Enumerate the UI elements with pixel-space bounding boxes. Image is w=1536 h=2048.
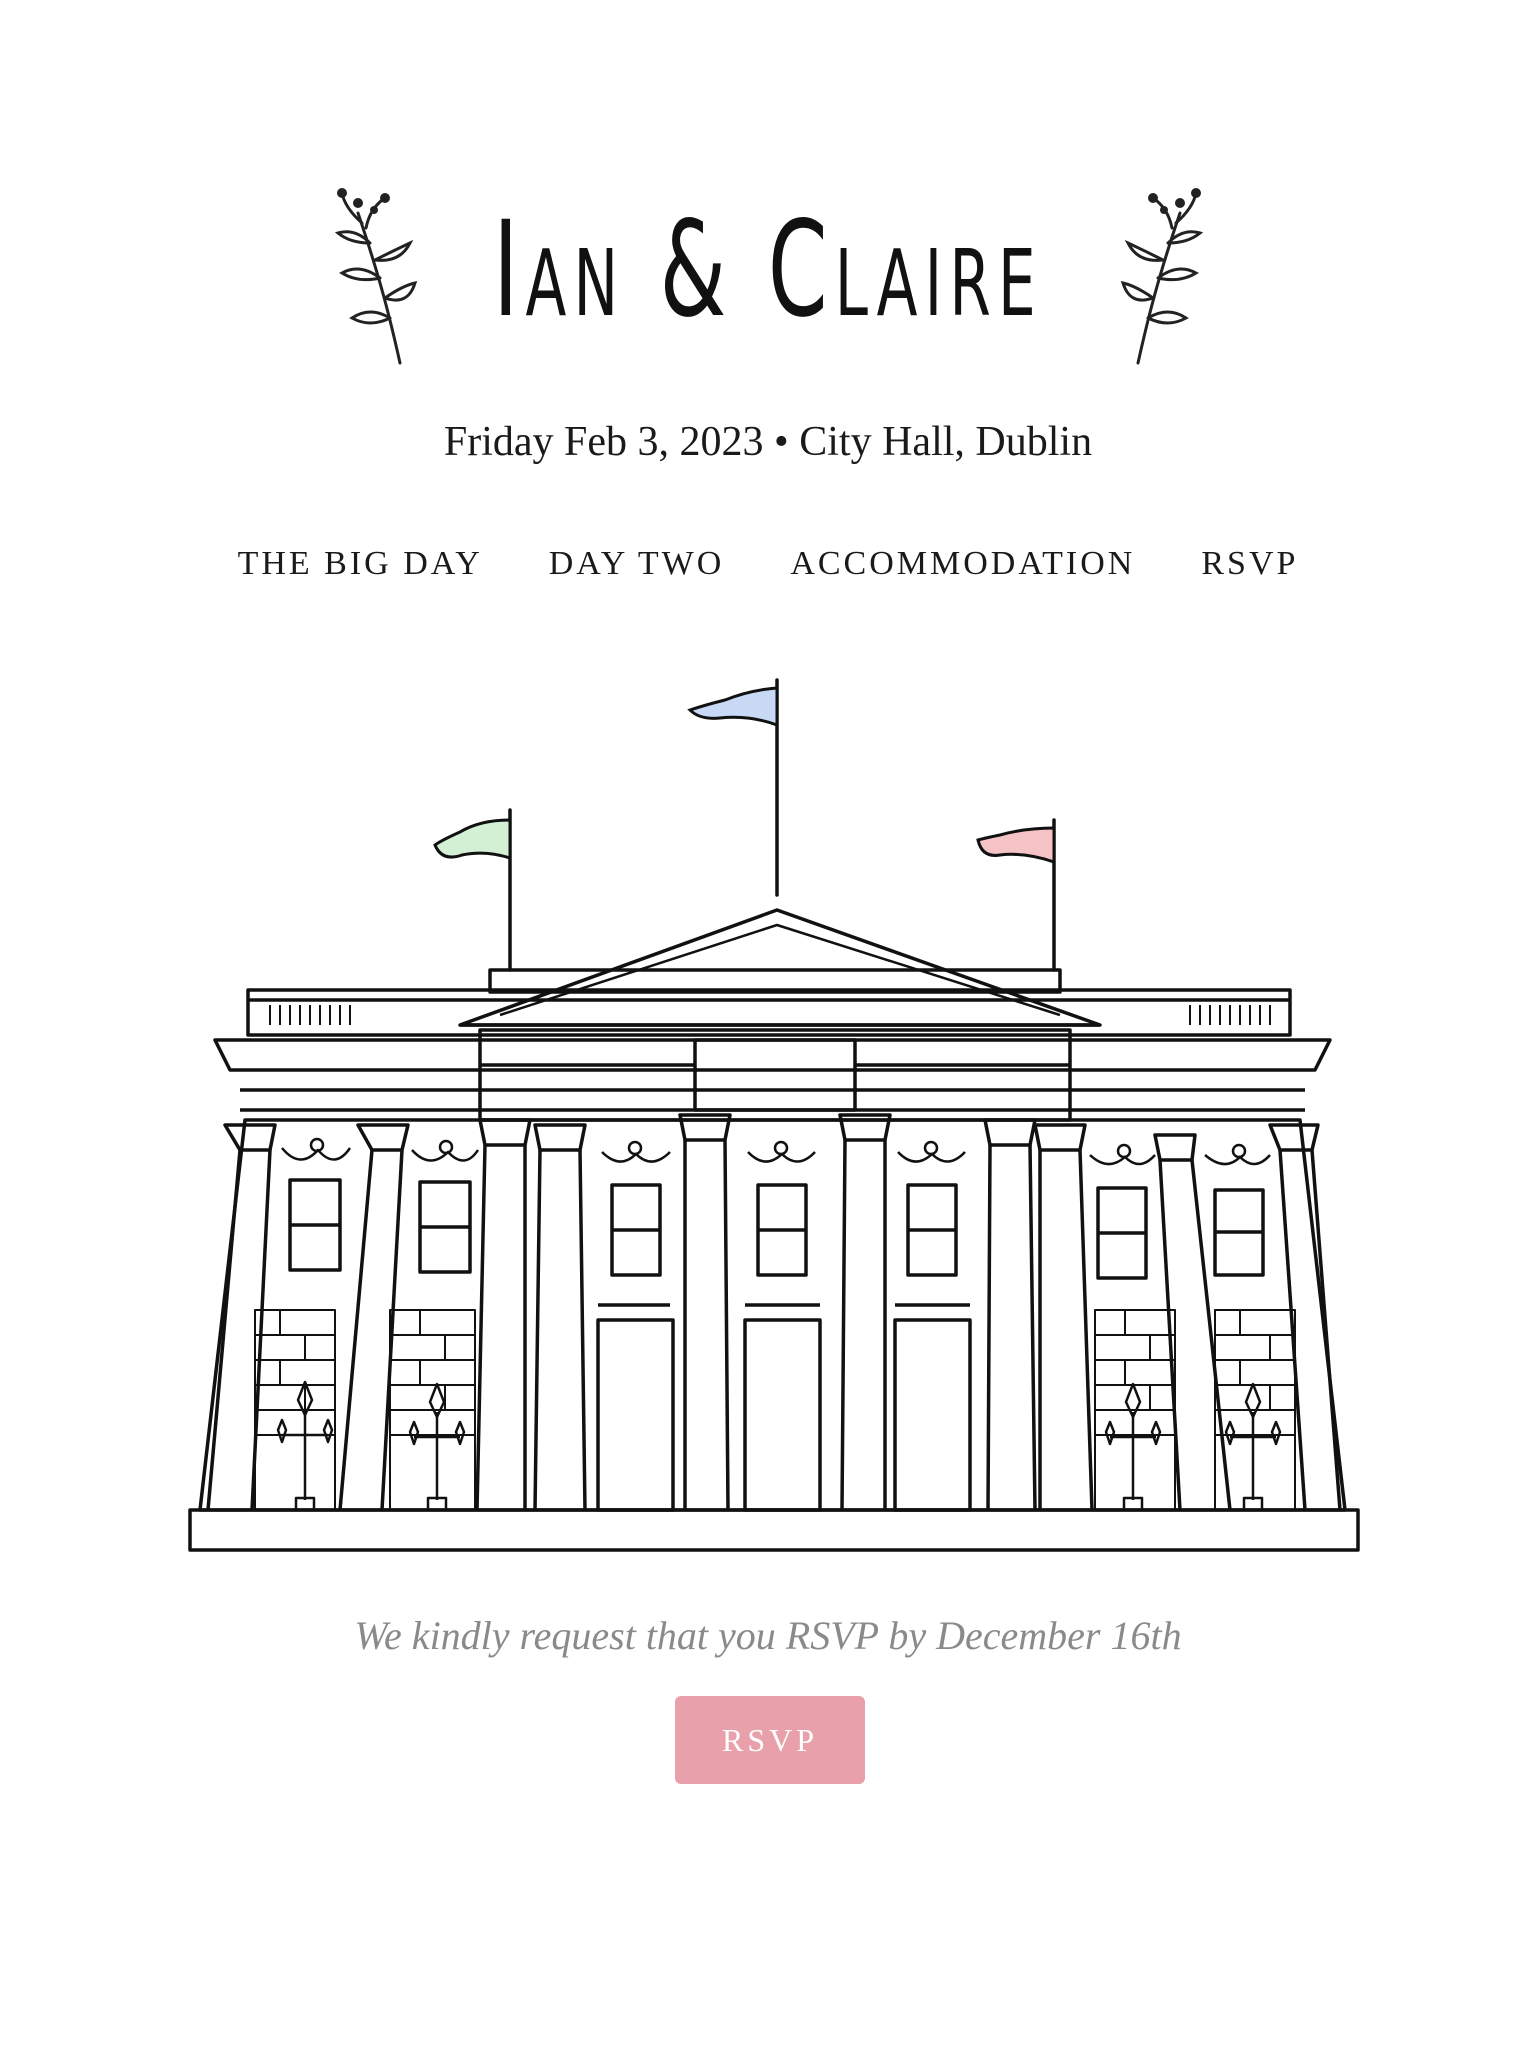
rsvp-deadline-note: We kindly request that you RSVP by Decem…: [354, 1613, 1182, 1658]
flag-left: [433, 818, 512, 861]
main-nav: THE BIG DAY DAY TWO ACCOMMODATION RSVP: [0, 545, 1536, 583]
nav-item-day-two[interactable]: DAY TWO: [549, 545, 725, 583]
event-date-location: Friday Feb 3, 2023 • City Hall, Dublin: [443, 419, 1093, 465]
nav-item-big-day[interactable]: THE BIG DAY: [238, 545, 483, 583]
flag-center: [687, 686, 779, 728]
rsvp-button[interactable]: RSVP: [675, 1696, 865, 1784]
nav-item-accommodation[interactable]: ACCOMMODATION: [790, 545, 1135, 583]
laurel-sprig-icon: [1120, 188, 1204, 365]
site-header: Ian & Claire: [0, 170, 1536, 370]
nav-item-rsvp[interactable]: RSVP: [1201, 545, 1298, 583]
flag-right: [976, 826, 1056, 865]
city-hall-illustration: [188, 678, 1360, 1552]
